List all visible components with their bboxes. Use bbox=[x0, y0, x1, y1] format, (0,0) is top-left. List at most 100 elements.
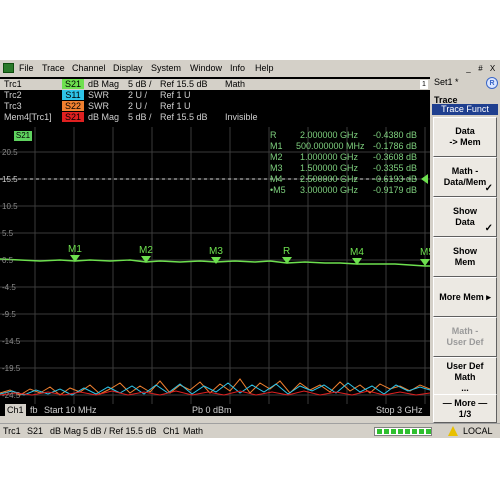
status-local: LOCAL bbox=[463, 426, 493, 436]
button-label: Show bbox=[453, 246, 477, 256]
trace-row-trc1[interactable]: Trc1 S21 dB Mag 5 dB / Ref 15.5 dB Math … bbox=[0, 79, 430, 90]
menu-channel[interactable]: Channel bbox=[72, 63, 106, 73]
setup-label[interactable]: Set1 * bbox=[434, 77, 459, 87]
trace-scale[interactable]: 2 U / bbox=[128, 101, 147, 111]
marker-name: M2 bbox=[270, 152, 283, 162]
button-label: More Mem ▸ bbox=[439, 292, 491, 302]
app-icon[interactable] bbox=[3, 63, 14, 73]
marker-value: -0.3355 dB bbox=[373, 163, 418, 173]
status-param: S21 bbox=[27, 426, 44, 436]
more-mem-button[interactable]: More Mem ▸ bbox=[433, 277, 497, 317]
menu-file[interactable]: File bbox=[19, 63, 34, 73]
trace-ref[interactable]: Ref 1 U bbox=[160, 90, 191, 100]
rohde-schwarz-logo: R bbox=[486, 77, 498, 89]
status-format: dB Mag bbox=[50, 426, 82, 436]
marker-label-r: R bbox=[283, 246, 290, 257]
marker-label-m1: M1 bbox=[68, 244, 82, 255]
menu-display[interactable]: Display bbox=[113, 63, 143, 73]
diagram-area[interactable]: M1 M2 M3 R M4 M5 S21 20.5 15.5 10.5 5.5 … bbox=[0, 127, 430, 404]
show-data-button[interactable]: Show Data ✓ bbox=[433, 197, 497, 237]
button-label: -> Mem bbox=[449, 137, 481, 147]
show-mem-button[interactable]: Show Mem bbox=[433, 237, 497, 277]
trace-row-mem4[interactable]: Mem4[Trc1] S21 dB Mag 5 dB / Ref 15.5 dB… bbox=[0, 112, 430, 123]
math-user-def-button[interactable]: Math - User Def bbox=[433, 317, 497, 357]
checkmark-icon: ✓ bbox=[484, 183, 493, 194]
button-label: — More — bbox=[442, 398, 488, 408]
trace-name: Trc3 bbox=[4, 101, 22, 111]
channel-label[interactable]: Ch1 bbox=[5, 404, 26, 416]
active-trace-badge[interactable]: S21 bbox=[14, 131, 32, 141]
menu-trace[interactable]: Trace bbox=[42, 63, 65, 73]
status-channel: Ch1 bbox=[163, 426, 180, 436]
trace-format[interactable]: SWR bbox=[88, 90, 109, 100]
trace-scale[interactable]: 5 dB / bbox=[128, 79, 152, 89]
trace-format[interactable]: dB Mag bbox=[88, 79, 119, 89]
y-tick-label: 0.5 bbox=[2, 256, 14, 265]
trace-status: Invisible bbox=[225, 112, 258, 122]
button-label: User Def bbox=[446, 361, 484, 371]
marker-row: R 2.000000 GHz -0.4380 dB bbox=[270, 130, 430, 141]
marker-label-m3: M3 bbox=[209, 246, 223, 257]
trace-scale[interactable]: 5 dB / bbox=[128, 112, 152, 122]
marker-labels: M1 M2 M3 R M4 M5 bbox=[68, 244, 430, 258]
status-trace: Trc1 bbox=[3, 426, 21, 436]
stop-frequency[interactable]: Stop 3 GHz bbox=[376, 405, 423, 415]
marker-name: R bbox=[270, 130, 277, 140]
trace-ref[interactable]: Ref 15.5 dB bbox=[160, 112, 208, 122]
marker-value: -0.1786 dB bbox=[373, 141, 418, 151]
marker-frequency: 500.000000 MHz bbox=[296, 141, 365, 151]
y-tick-label: -19.5 bbox=[2, 364, 21, 373]
marker-frequency: 2.500000 GHz bbox=[300, 174, 359, 184]
marker-row: M3 1.500000 GHz -0.3355 dB bbox=[270, 163, 430, 174]
marker-value: -0.6193 dB bbox=[373, 174, 418, 184]
button-label: Math - bbox=[451, 326, 479, 336]
marker-frequency: 3.000000 GHz bbox=[300, 185, 359, 195]
trace-ref[interactable]: Ref 15.5 dB bbox=[160, 79, 208, 89]
marker-value: -0.4380 dB bbox=[373, 130, 418, 140]
trace-format[interactable]: SWR bbox=[88, 101, 109, 111]
trace-param-badge[interactable]: S22 bbox=[62, 101, 84, 111]
marker-frequency: 2.000000 GHz bbox=[300, 130, 359, 140]
trace-param-badge[interactable]: S21 bbox=[62, 79, 84, 89]
restore-icon[interactable]: # bbox=[475, 63, 486, 74]
trace-param-badge[interactable]: S21 bbox=[62, 112, 84, 122]
user-def-math-button[interactable]: User Def Math ... bbox=[433, 357, 497, 397]
menu-info[interactable]: Info bbox=[230, 63, 245, 73]
marker-frequency: 1.000000 GHz bbox=[300, 152, 359, 162]
trace-row-trc3[interactable]: Trc3 S22 SWR 2 U / Ref 1 U bbox=[0, 101, 430, 112]
trace-list-scroll[interactable]: 1 bbox=[420, 80, 428, 89]
trace-row-trc2[interactable]: Trc2 S11 SWR 2 U / Ref 1 U bbox=[0, 90, 430, 101]
marker-info-table[interactable]: R 2.000000 GHz -0.4380 dB M1 500.000000 … bbox=[270, 130, 430, 196]
math-data-mem-button[interactable]: Math - Data/Mem ✓ bbox=[433, 157, 497, 197]
softkey-panel: _ # X Set1 * R Trace Trace Funct Data ->… bbox=[430, 60, 500, 423]
marker-symbol-m5 bbox=[420, 259, 430, 266]
trace-format[interactable]: dB Mag bbox=[88, 112, 119, 122]
marker-name: M4 bbox=[270, 174, 283, 184]
marker-value: -0.9179 dB bbox=[373, 185, 418, 195]
marker-frequency: 1.500000 GHz bbox=[300, 163, 359, 173]
menu-help[interactable]: Help bbox=[255, 63, 274, 73]
y-tick-label: -9.5 bbox=[2, 310, 16, 319]
menu-system[interactable]: System bbox=[151, 63, 181, 73]
trace-status: Math bbox=[225, 79, 246, 89]
status-bar: Trc1 S21 dB Mag 5 dB / Ref 15.5 dB Ch1 M… bbox=[0, 423, 500, 438]
trace-param-badge[interactable]: S11 bbox=[62, 90, 84, 100]
menu-window[interactable]: Window bbox=[190, 63, 222, 73]
source-power[interactable]: Pb 0 dBm bbox=[192, 405, 232, 415]
trace-name: Mem4[Trc1] bbox=[4, 112, 52, 122]
data-to-mem-button[interactable]: Data -> Mem bbox=[433, 117, 497, 157]
y-tick-label: -14.5 bbox=[2, 337, 21, 346]
button-label: Math - bbox=[451, 166, 479, 176]
trace-scale[interactable]: 2 U / bbox=[128, 90, 147, 100]
button-label: 1/3 bbox=[458, 409, 472, 419]
marker-label-m2: M2 bbox=[139, 245, 153, 256]
close-icon[interactable]: X bbox=[487, 63, 498, 74]
trace-ref[interactable]: Ref 1 U bbox=[160, 101, 191, 111]
minimize-icon[interactable]: _ bbox=[463, 63, 474, 74]
status-scale: 5 dB / Ref 15.5 dB bbox=[83, 426, 157, 436]
warning-icon bbox=[448, 426, 458, 436]
y-tick-label: -24.5 bbox=[2, 391, 21, 400]
trace-s22 bbox=[0, 378, 430, 396]
more-1-of-3-button[interactable]: — More — 1/3 bbox=[433, 394, 497, 423]
start-frequency[interactable]: Start 10 MHz bbox=[44, 405, 97, 415]
